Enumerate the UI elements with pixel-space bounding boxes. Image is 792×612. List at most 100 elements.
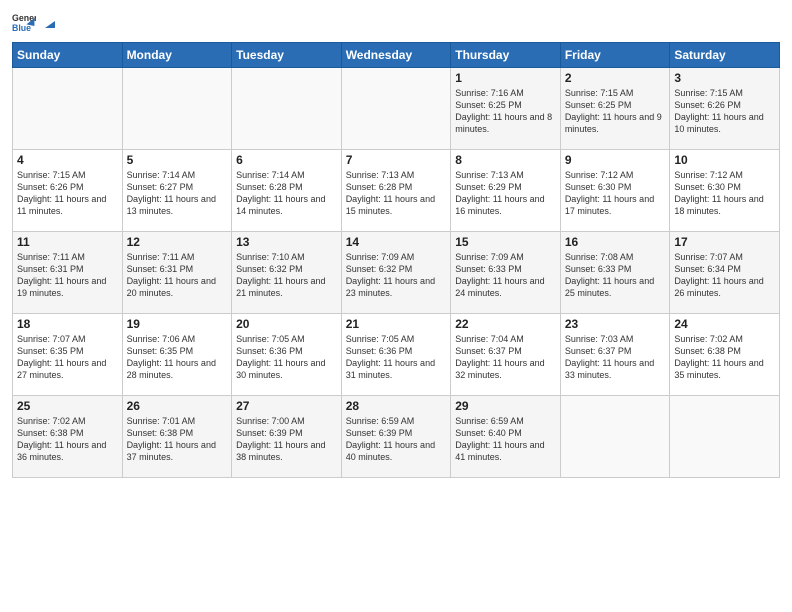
- day-of-week-header: Wednesday: [341, 43, 451, 68]
- day-info: Sunrise: 6:59 AM Sunset: 6:40 PM Dayligh…: [455, 415, 556, 464]
- day-info: Sunrise: 7:15 AM Sunset: 6:25 PM Dayligh…: [565, 87, 666, 136]
- day-number: 11: [17, 235, 118, 249]
- day-info: Sunrise: 7:02 AM Sunset: 6:38 PM Dayligh…: [674, 333, 775, 382]
- day-info: Sunrise: 7:12 AM Sunset: 6:30 PM Dayligh…: [674, 169, 775, 218]
- calendar-cell: 12 Sunrise: 7:11 AM Sunset: 6:31 PM Dayli…: [122, 232, 232, 314]
- day-of-week-header: Tuesday: [232, 43, 342, 68]
- day-number: 20: [236, 317, 337, 331]
- day-info: Sunrise: 7:10 AM Sunset: 6:32 PM Dayligh…: [236, 251, 337, 300]
- day-number: 27: [236, 399, 337, 413]
- day-of-week-header: Saturday: [670, 43, 780, 68]
- day-of-week-header: Monday: [122, 43, 232, 68]
- calendar-cell: 17Sunrise: 7:07 AM Sunset: 6:34 PM Dayli…: [670, 232, 780, 314]
- calendar-table: SundayMondayTuesdayWednesdayThursdayFrid…: [12, 42, 780, 478]
- day-number: 12: [127, 235, 228, 249]
- calendar-header-row: SundayMondayTuesdayWednesdayThursdayFrid…: [13, 43, 780, 68]
- calendar-cell: 22 Sunrise: 7:04 AM Sunset: 6:37 PM Dayli…: [451, 314, 561, 396]
- calendar-cell: 15 Sunrise: 7:09 AM Sunset: 6:33 PM Dayli…: [451, 232, 561, 314]
- calendar-cell: 20 Sunrise: 7:05 AM Sunset: 6:36 PM Dayli…: [232, 314, 342, 396]
- day-number: 4: [17, 153, 118, 167]
- day-number: 19: [127, 317, 228, 331]
- day-number: 25: [17, 399, 118, 413]
- calendar-cell: 19 Sunrise: 7:06 AM Sunset: 6:35 PM Dayli…: [122, 314, 232, 396]
- calendar-cell: 1Sunrise: 7:16 AM Sunset: 6:25 PM Daylig…: [451, 68, 561, 150]
- day-info: Sunrise: 7:11 AM Sunset: 6:31 PM Dayligh…: [127, 251, 228, 300]
- day-info: Sunrise: 7:06 AM Sunset: 6:35 PM Dayligh…: [127, 333, 228, 382]
- day-info: Sunrise: 7:12 AM Sunset: 6:30 PM Dayligh…: [565, 169, 666, 218]
- day-number: 2: [565, 71, 666, 85]
- logo-text-block: [40, 12, 59, 32]
- calendar-cell: 28 Sunrise: 6:59 AM Sunset: 6:39 PM Dayli…: [341, 396, 451, 478]
- day-info: Sunrise: 7:08 AM Sunset: 6:33 PM Dayligh…: [565, 251, 666, 300]
- day-info: Sunrise: 7:07 AM Sunset: 6:34 PM Dayligh…: [674, 251, 775, 300]
- day-number: 26: [127, 399, 228, 413]
- day-info: Sunrise: 7:13 AM Sunset: 6:28 PM Dayligh…: [346, 169, 447, 218]
- calendar-cell: [670, 396, 780, 478]
- day-info: Sunrise: 7:04 AM Sunset: 6:37 PM Dayligh…: [455, 333, 556, 382]
- day-number: 28: [346, 399, 447, 413]
- calendar-cell: 25 Sunrise: 7:02 AM Sunset: 6:38 PM Dayli…: [13, 396, 123, 478]
- day-info: Sunrise: 7:15 AM Sunset: 6:26 PM Dayligh…: [674, 87, 775, 136]
- day-info: Sunrise: 7:02 AM Sunset: 6:38 PM Dayligh…: [17, 415, 118, 464]
- day-of-week-header: Thursday: [451, 43, 561, 68]
- logo-icon: General Blue: [12, 10, 36, 34]
- calendar-cell: 21Sunrise: 7:05 AM Sunset: 6:36 PM Dayli…: [341, 314, 451, 396]
- calendar-cell: 24 Sunrise: 7:02 AM Sunset: 6:38 PM Dayli…: [670, 314, 780, 396]
- calendar-cell: [122, 68, 232, 150]
- day-info: Sunrise: 7:16 AM Sunset: 6:25 PM Dayligh…: [455, 87, 556, 136]
- logo-arrow-icon: [41, 14, 59, 32]
- calendar-cell: 3 Sunrise: 7:15 AM Sunset: 6:26 PM Daylig…: [670, 68, 780, 150]
- calendar-cell: 7 Sunrise: 7:13 AM Sunset: 6:28 PM Daylig…: [341, 150, 451, 232]
- day-of-week-header: Sunday: [13, 43, 123, 68]
- calendar-cell: 18 Sunrise: 7:07 AM Sunset: 6:35 PM Dayli…: [13, 314, 123, 396]
- calendar-cell: 16 Sunrise: 7:08 AM Sunset: 6:33 PM Dayli…: [560, 232, 670, 314]
- calendar-cell: [232, 68, 342, 150]
- day-number: 21: [346, 317, 447, 331]
- day-info: Sunrise: 7:00 AM Sunset: 6:39 PM Dayligh…: [236, 415, 337, 464]
- day-number: 15: [455, 235, 556, 249]
- day-info: Sunrise: 7:01 AM Sunset: 6:38 PM Dayligh…: [127, 415, 228, 464]
- day-info: Sunrise: 6:59 AM Sunset: 6:39 PM Dayligh…: [346, 415, 447, 464]
- calendar-cell: 13 Sunrise: 7:10 AM Sunset: 6:32 PM Dayli…: [232, 232, 342, 314]
- day-of-week-header: Friday: [560, 43, 670, 68]
- day-number: 16: [565, 235, 666, 249]
- day-info: Sunrise: 7:09 AM Sunset: 6:32 PM Dayligh…: [346, 251, 447, 300]
- day-number: 23: [565, 317, 666, 331]
- calendar-week-row: 1Sunrise: 7:16 AM Sunset: 6:25 PM Daylig…: [13, 68, 780, 150]
- calendar-cell: 14 Sunrise: 7:09 AM Sunset: 6:32 PM Dayli…: [341, 232, 451, 314]
- day-number: 14: [346, 235, 447, 249]
- header: General Blue: [12, 10, 780, 34]
- day-number: 22: [455, 317, 556, 331]
- logo: General Blue: [12, 10, 59, 34]
- day-number: 7: [346, 153, 447, 167]
- day-info: Sunrise: 7:07 AM Sunset: 6:35 PM Dayligh…: [17, 333, 118, 382]
- calendar-week-row: 4 Sunrise: 7:15 AM Sunset: 6:26 PM Daylig…: [13, 150, 780, 232]
- day-number: 3: [674, 71, 775, 85]
- day-info: Sunrise: 7:14 AM Sunset: 6:28 PM Dayligh…: [236, 169, 337, 218]
- calendar-cell: [13, 68, 123, 150]
- calendar-week-row: 11 Sunrise: 7:11 AM Sunset: 6:31 PM Dayli…: [13, 232, 780, 314]
- day-number: 6: [236, 153, 337, 167]
- calendar-cell: 9 Sunrise: 7:12 AM Sunset: 6:30 PM Daylig…: [560, 150, 670, 232]
- calendar-week-row: 25 Sunrise: 7:02 AM Sunset: 6:38 PM Dayli…: [13, 396, 780, 478]
- day-number: 13: [236, 235, 337, 249]
- day-info: Sunrise: 7:15 AM Sunset: 6:26 PM Dayligh…: [17, 169, 118, 218]
- calendar-cell: 6 Sunrise: 7:14 AM Sunset: 6:28 PM Daylig…: [232, 150, 342, 232]
- day-number: 10: [674, 153, 775, 167]
- day-info: Sunrise: 7:09 AM Sunset: 6:33 PM Dayligh…: [455, 251, 556, 300]
- calendar-cell: 23Sunrise: 7:03 AM Sunset: 6:37 PM Dayli…: [560, 314, 670, 396]
- day-number: 8: [455, 153, 556, 167]
- svg-text:Blue: Blue: [12, 23, 31, 33]
- day-info: Sunrise: 7:14 AM Sunset: 6:27 PM Dayligh…: [127, 169, 228, 218]
- calendar-cell: 10 Sunrise: 7:12 AM Sunset: 6:30 PM Dayli…: [670, 150, 780, 232]
- calendar-cell: 11Sunrise: 7:11 AM Sunset: 6:31 PM Dayli…: [13, 232, 123, 314]
- calendar-cell: 5 Sunrise: 7:14 AM Sunset: 6:27 PM Daylig…: [122, 150, 232, 232]
- day-info: Sunrise: 7:05 AM Sunset: 6:36 PM Dayligh…: [236, 333, 337, 382]
- calendar-cell: 2 Sunrise: 7:15 AM Sunset: 6:25 PM Daylig…: [560, 68, 670, 150]
- day-number: 18: [17, 317, 118, 331]
- calendar-cell: [560, 396, 670, 478]
- day-number: 5: [127, 153, 228, 167]
- calendar-cell: 26 Sunrise: 7:01 AM Sunset: 6:38 PM Dayli…: [122, 396, 232, 478]
- day-number: 9: [565, 153, 666, 167]
- day-number: 24: [674, 317, 775, 331]
